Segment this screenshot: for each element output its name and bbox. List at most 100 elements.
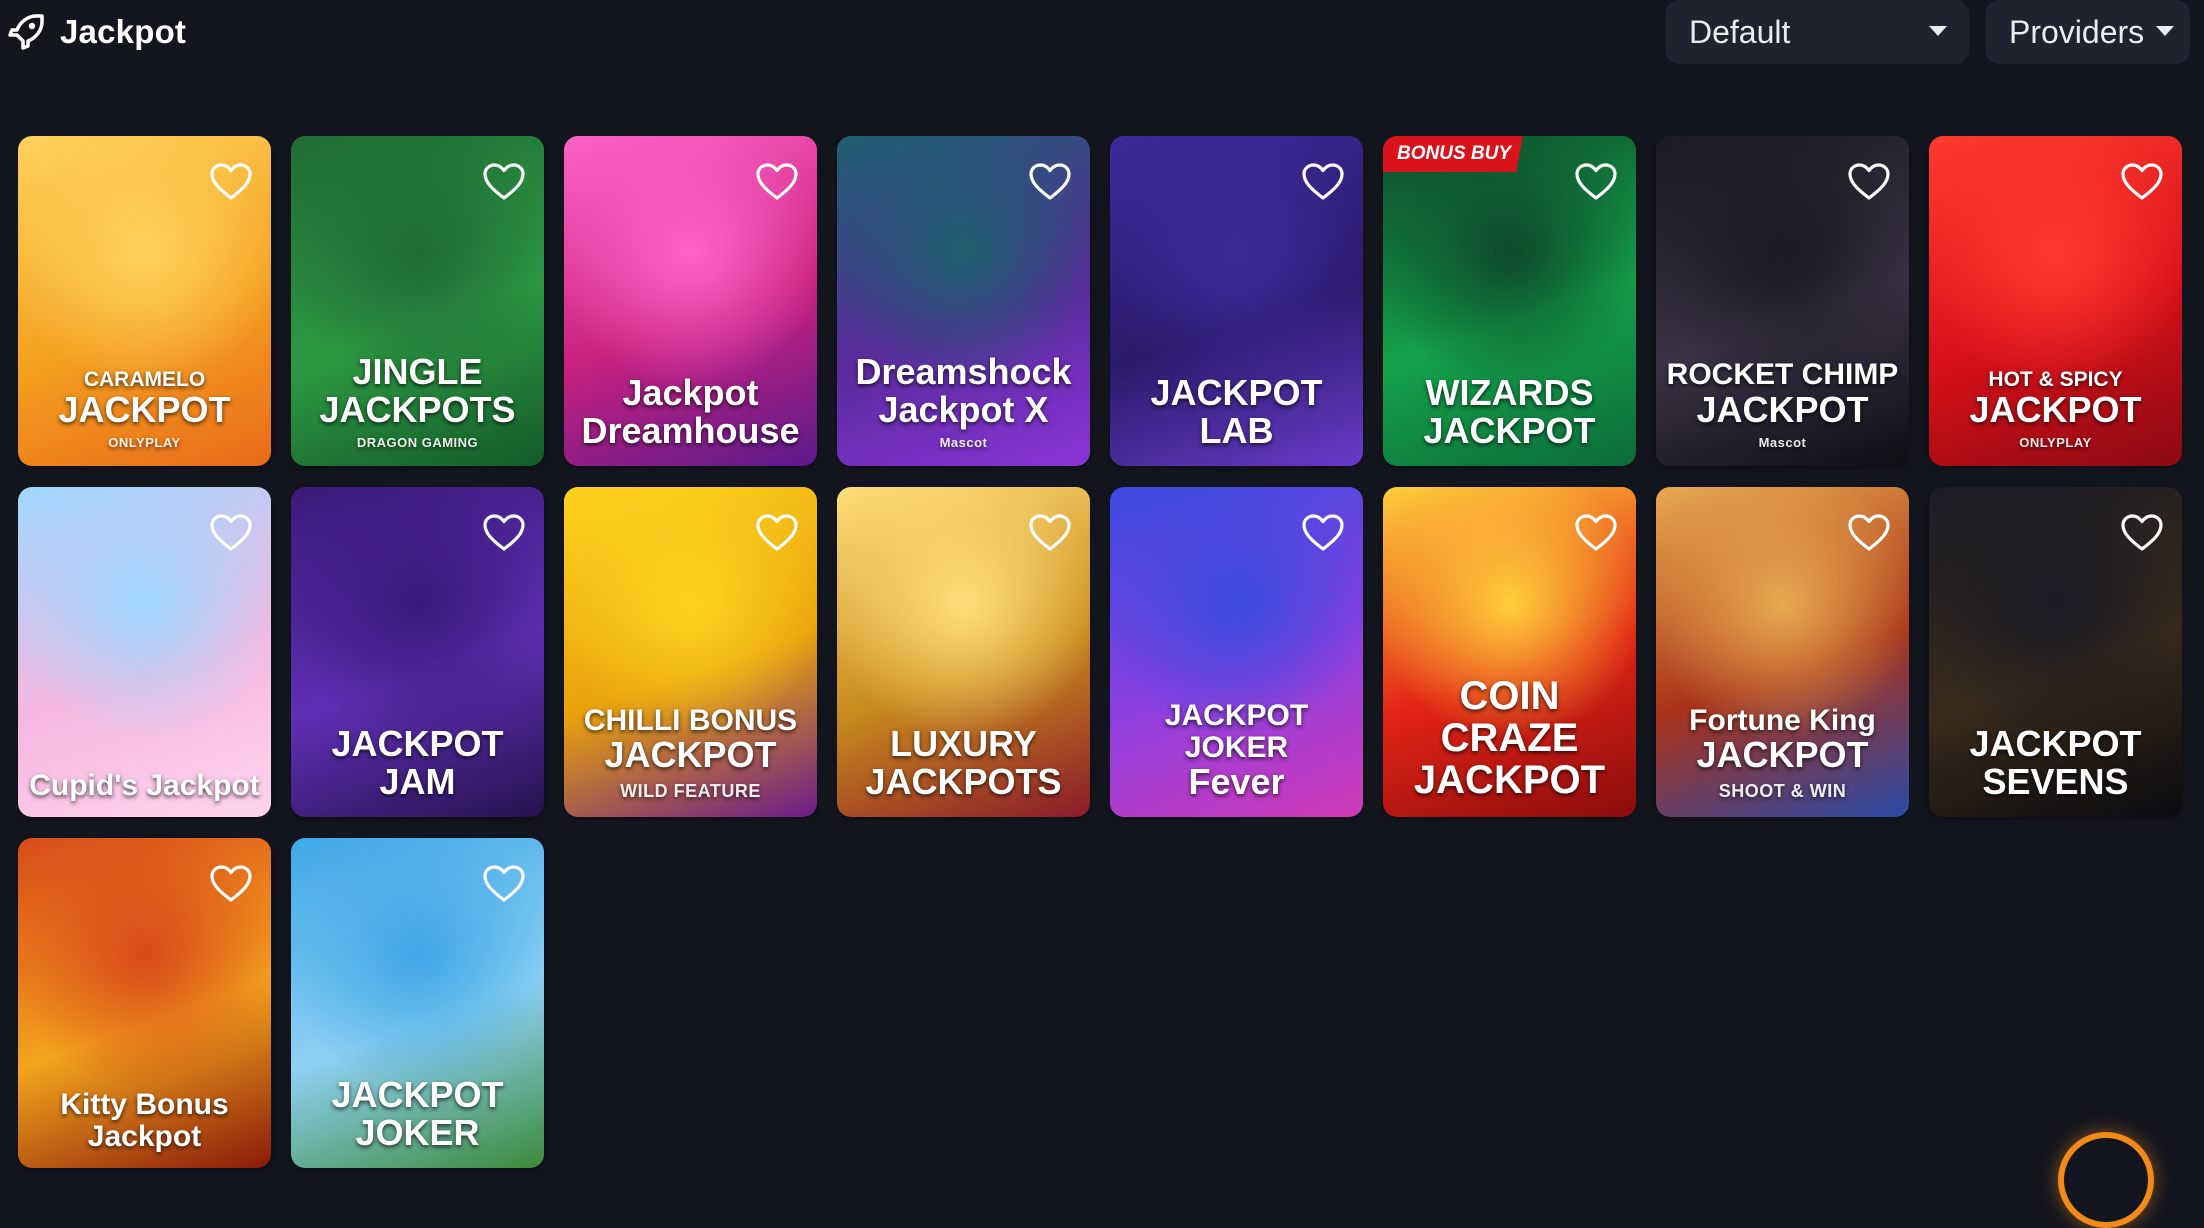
game-card-dreamshock-jackpot-x[interactable]: Dreamshock Jackpot X Mascot (837, 136, 1090, 466)
game-title: WIZARDS JACKPOT (1383, 374, 1636, 450)
game-card-caramelo-jackpot[interactable]: CARAMELO JACKPOT ONLYPLAY (18, 136, 271, 466)
heart-outline-icon[interactable] (209, 162, 253, 202)
heart-outline-icon[interactable] (482, 162, 526, 202)
game-card-luxury-jackpots[interactable]: LUXURY JACKPOTS (837, 487, 1090, 817)
heart-outline-icon[interactable] (1574, 513, 1618, 553)
heart-outline-icon[interactable] (482, 864, 526, 904)
heart-outline-icon[interactable] (2120, 162, 2164, 202)
chevron-down-icon (1929, 26, 1947, 36)
game-card-jackpot-joker[interactable]: JACKPOT JOKER (291, 838, 544, 1168)
game-title-line: JACKPOT (1969, 723, 2142, 765)
heart-outline-icon[interactable] (1301, 513, 1345, 553)
heart-outline-icon[interactable] (1028, 513, 1072, 553)
game-card-cupids-jackpot[interactable]: Cupid's Jackpot (18, 487, 271, 817)
game-card-fortune-king-jackpot[interactable]: Fortune King JACKPOT SHOOT & WIN (1656, 487, 1909, 817)
game-title: ROCKET CHIMP JACKPOT Mascot (1656, 359, 1909, 450)
game-title: CARAMELO JACKPOT ONLYPLAY (18, 367, 271, 451)
game-title-line: JOKER (355, 1112, 480, 1154)
heart-outline-icon[interactable] (1847, 513, 1891, 553)
game-title-line: Fever (1188, 761, 1285, 803)
game-title-line: JACKPOT (1150, 372, 1323, 414)
game-card-coin-craze-jackpot[interactable]: COIN CRAZE JACKPOT (1383, 487, 1636, 817)
heart-outline-icon[interactable] (1574, 162, 1618, 202)
bonus-buy-badge: BONUS BUY (1383, 136, 1542, 172)
game-title-line: JACKPOTS (319, 388, 516, 430)
game-title: JACKPOT SEVENS (1929, 725, 2182, 801)
game-title-line: Kitty Bonus Jackpot (60, 1088, 229, 1153)
game-title-line: JACKPOTS (865, 761, 1062, 803)
game-title-line: Dreamshock (855, 350, 1072, 392)
providers-dropdown-button[interactable]: Providers (1985, 0, 2190, 64)
heart-outline-icon[interactable] (1847, 162, 1891, 202)
game-card-rocket-chimp-jackpot[interactable]: ROCKET CHIMP JACKPOT Mascot (1656, 136, 1909, 466)
game-card-jackpot-lab[interactable]: JACKPOT LAB (1110, 136, 1363, 466)
game-title-line: JACKPOT (331, 1074, 504, 1116)
game-card-wizards-jackpot[interactable]: BONUS BUY WIZARDS JACKPOT (1383, 136, 1636, 466)
game-title-line: CRAZE (1440, 716, 1579, 760)
game-title-line: SEVENS (1982, 761, 2129, 803)
game-title: JACKPOT JAM (291, 725, 544, 801)
heart-outline-icon[interactable] (755, 162, 799, 202)
game-title-line: JACKPOT (331, 723, 504, 765)
heart-outline-icon[interactable] (1301, 162, 1345, 202)
game-title: JACKPOT JOKER Fever (1110, 700, 1363, 801)
game-title-line: COIN (1459, 674, 1560, 718)
game-title: COIN CRAZE JACKPOT (1383, 675, 1636, 801)
game-card-jackpot-jam[interactable]: JACKPOT JAM (291, 487, 544, 817)
sort-select[interactable]: Default (1665, 0, 1969, 64)
game-title-line: HOT & SPICY (1988, 367, 2123, 391)
heart-outline-icon[interactable] (209, 513, 253, 553)
game-card-kitty-bonus-jackpot[interactable]: Kitty Bonus Jackpot (18, 838, 271, 1168)
heart-outline-icon[interactable] (1028, 162, 1072, 202)
game-title-line: JACKPOT (1969, 388, 2142, 430)
game-title: LUXURY JACKPOTS (837, 725, 1090, 801)
game-title-line: Cupid's Jackpot (29, 768, 260, 802)
game-provider: Mascot (1758, 435, 1807, 451)
heart-outline-icon[interactable] (209, 864, 253, 904)
game-card-hot-spicy-jackpot[interactable]: HOT & SPICY JACKPOT ONLYPLAY (1929, 136, 2182, 466)
game-provider: ONLYPLAY (108, 435, 181, 451)
game-title-line: Jackpot (622, 372, 759, 414)
game-card-chilli-bonus-jackpot[interactable]: CHILLI BONUS JACKPOT WILD FEATURE (564, 487, 817, 817)
game-card-jingle-jackpots[interactable]: JINGLE JACKPOTS DRAGON GAMING (291, 136, 544, 466)
game-title-line: Jackpot X (878, 388, 1049, 430)
game-footer-label: SHOOT & WIN (1718, 781, 1847, 802)
game-title-line: JACKPOT (1696, 388, 1869, 430)
game-title: Fortune King JACKPOT SHOOT & WIN (1656, 705, 1909, 801)
game-title-line: JACKPOT (1423, 410, 1596, 452)
providers-label: Providers (2009, 13, 2145, 50)
heart-outline-icon[interactable] (2120, 513, 2164, 553)
game-card-jackpot-joker-fever[interactable]: JACKPOT JOKER Fever (1110, 487, 1363, 817)
chevron-down-icon (2156, 26, 2174, 36)
heart-outline-icon[interactable] (482, 513, 526, 553)
sort-select-value: Default (1689, 13, 1791, 50)
game-title-line: JACKPOT (1413, 758, 1606, 802)
game-title-line: LAB (1199, 410, 1274, 452)
game-grid: CARAMELO JACKPOT ONLYPLAY JINGLE JACKPOTS DRA… (18, 136, 2198, 1178)
page-title: Jackpot (60, 13, 187, 50)
game-title: Kitty Bonus Jackpot (18, 1089, 271, 1152)
game-title: JINGLE JACKPOTS DRAGON GAMING (291, 350, 544, 451)
game-provider: DRAGON GAMING (356, 435, 479, 451)
game-title-line: Dreamhouse (581, 410, 800, 452)
game-title: JACKPOT LAB (1110, 374, 1363, 450)
game-title: CHILLI BONUS JACKPOT WILD FEATURE (564, 705, 817, 801)
game-title-line: JACKPOT JOKER (1164, 699, 1309, 764)
game-title-line: LUXURY (890, 723, 1037, 765)
game-provider: ONLYPLAY (2019, 435, 2092, 451)
game-title-line: JINGLE (352, 350, 483, 392)
game-title-line: ROCKET CHIMP (1666, 358, 1899, 392)
game-card-jackpot-sevens[interactable]: JACKPOT SEVENS (1929, 487, 2182, 817)
game-title-line: CARAMELO (83, 367, 206, 391)
game-title: Cupid's Jackpot (18, 768, 271, 802)
rocket-icon (8, 14, 44, 50)
page-header: Jackpot Default Providers (0, 0, 2204, 66)
game-provider: Mascot (939, 435, 988, 451)
game-title-line: JACKPOT (604, 734, 777, 776)
game-title-line: JAM (379, 761, 456, 803)
category-heading: Jackpot (6, 8, 186, 56)
game-card-jackpot-dreamhouse[interactable]: Jackpot Dreamhouse (564, 136, 817, 466)
heart-outline-icon[interactable] (755, 513, 799, 553)
game-title-line: Fortune King (1689, 703, 1876, 737)
game-title: HOT & SPICY JACKPOT ONLYPLAY (1929, 367, 2182, 451)
